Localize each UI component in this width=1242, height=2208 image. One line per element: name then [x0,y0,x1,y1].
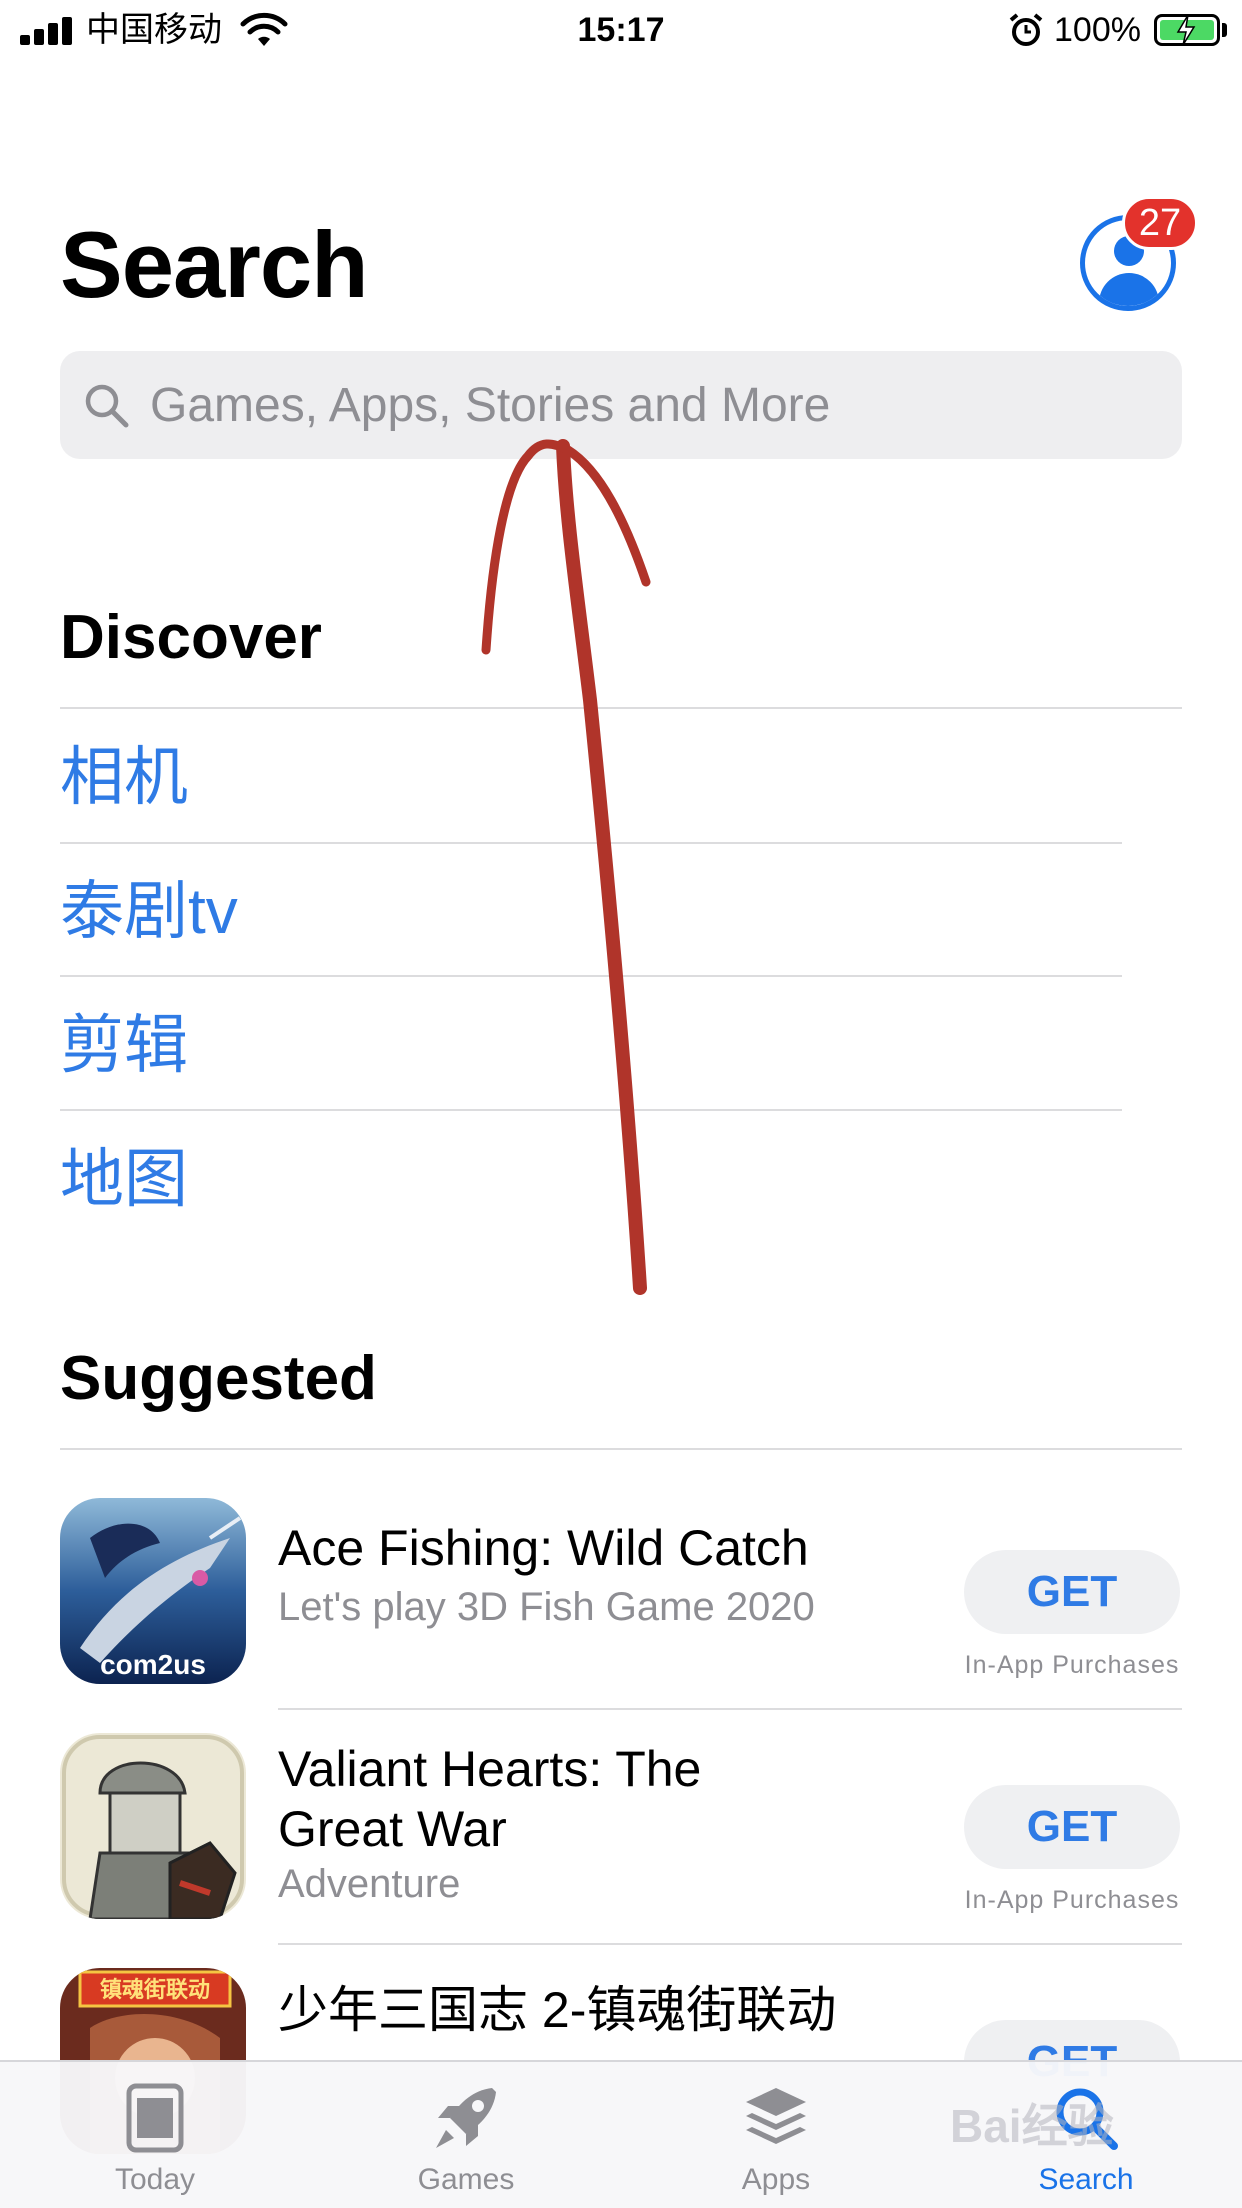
tab-label: Games [417,2163,515,2196]
discover-item-camera[interactable]: 相机 [60,737,188,817]
divider [60,1448,1182,1450]
tab-today[interactable]: Today [55,2062,255,2208]
divider [60,975,1122,977]
battery-icon [1154,14,1220,46]
discover-heading: Discover [60,603,322,672]
discover-item-video-edit[interactable]: 剪辑 [60,1005,188,1085]
app-subtitle: Let's play 3D Fish Game 2020 [278,1585,815,1629]
com2us-logo-text: com2us [100,1649,206,1680]
ace-fishing-app-icon: com2us [60,1498,246,1684]
divider [60,1109,1122,1111]
today-icon [126,2083,184,2153]
get-button[interactable]: GET [964,1785,1180,1869]
divider [60,842,1122,844]
account-notification-badge: 27 [1122,196,1198,250]
alarm-icon [1009,13,1043,46]
tab-apps[interactable]: Apps [676,2062,876,2208]
page-title: Search [60,212,369,317]
layers-icon [746,2088,806,2144]
divider [60,707,1182,709]
status-bar: 中国移动 15:17 100% [0,0,1242,60]
app-name: 少年三国志 2-镇魂街联动 [278,1982,837,2038]
tab-label: Search [1038,2163,1134,2196]
icon-title-text: 镇魂街联动 [100,1977,210,2003]
valiant-hearts-app-icon [60,1733,246,1919]
search-input[interactable] [150,351,1150,459]
app-subtitle: Adventure [278,1862,461,1906]
tab-games[interactable]: Games [366,2062,566,2208]
app-name: Ace Fishing: Wild Catch [278,1520,809,1576]
search-icon [1056,2088,1118,2150]
tab-search[interactable]: Search [986,2062,1186,2208]
in-app-purchases-note: In-App Purchases [964,1651,1180,1679]
rocket-icon [436,2088,496,2148]
tab-label: Today [114,2163,196,2196]
in-app-purchases-note: In-App Purchases [964,1886,1180,1914]
search-bar[interactable] [60,351,1182,459]
get-button[interactable]: GET [964,1550,1180,1634]
app-name: Valiant Hearts: The Great War [278,1741,702,1857]
discover-item-thai-drama-tv[interactable]: 泰剧tv [60,871,238,951]
suggested-heading: Suggested [60,1344,377,1413]
battery-cap [1222,23,1227,37]
battery-percentage: 100% [1054,11,1141,49]
search-icon [85,384,129,428]
person-body-shape [1099,273,1159,306]
divider [278,1708,1182,1710]
tab-label: Apps [741,2163,811,2196]
discover-item-map[interactable]: 地图 [60,1139,188,1219]
divider [278,1943,1182,1945]
tab-bar: Today Games Apps Search [0,2060,1242,2208]
